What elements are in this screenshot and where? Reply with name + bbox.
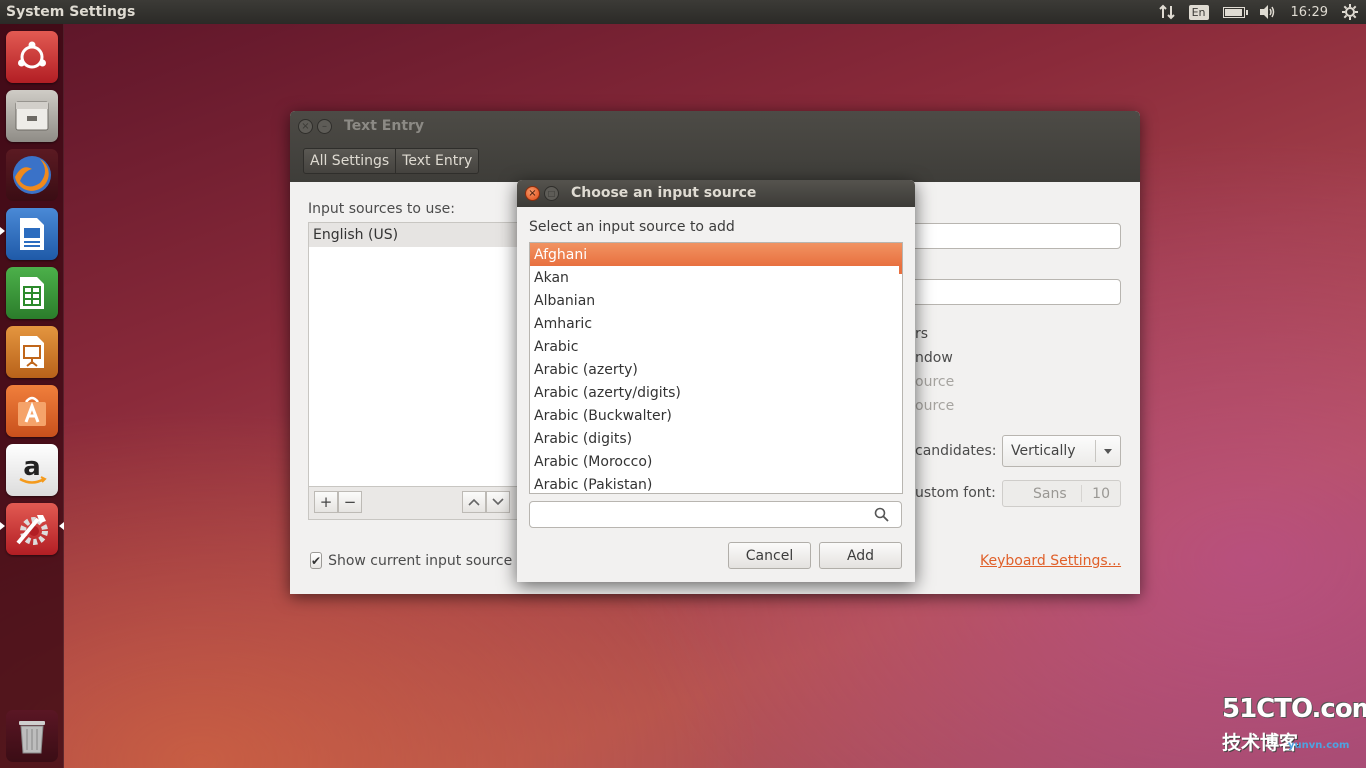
list-item[interactable]: Akan: [530, 266, 902, 289]
watermark-logo: 51CTO.com 技术博客 yunvn.com: [1220, 694, 1366, 756]
svg-text:a: a: [23, 452, 41, 482]
dialog-title: Choose an input source: [571, 185, 757, 201]
search-input[interactable]: [529, 501, 902, 528]
watermark-bottom: 技术博客: [1222, 732, 1299, 754]
list-item[interactable]: Albanian: [530, 289, 902, 312]
trash-icon[interactable]: [6, 710, 58, 762]
amazon-icon[interactable]: a: [6, 444, 58, 496]
list-item[interactable]: Arabic (azerty/digits): [530, 381, 902, 404]
remove-source-button[interactable]: −: [338, 491, 362, 513]
list-item[interactable]: Arabic (Buckwalter): [530, 404, 902, 427]
add-button[interactable]: Add: [819, 542, 902, 569]
combo-separator: [1095, 440, 1096, 462]
minimize-icon[interactable]: –: [317, 119, 332, 134]
chevron-down-icon: [1104, 449, 1112, 454]
font-size: 10: [1092, 485, 1110, 502]
font-separator: [1081, 485, 1082, 502]
move-down-button[interactable]: [486, 491, 510, 513]
font-chooser-button[interactable]: Sans 10: [1002, 480, 1121, 507]
window-option-label: ndow: [915, 350, 953, 366]
indicator-area: En 16:29: [1158, 0, 1366, 24]
add-source-button[interactable]: +: [314, 491, 338, 513]
app-title: System Settings: [6, 4, 136, 20]
writer-running-indicator: [0, 227, 5, 235]
show-source-checkbox[interactable]: ✔ Show current input source in the menu …: [310, 552, 520, 569]
candidates-label: candidates:: [915, 443, 997, 459]
breadcrumb-text-entry[interactable]: Text Entry: [396, 148, 480, 174]
switch-shortcut-field[interactable]: [908, 223, 1121, 249]
close-icon[interactable]: ×: [298, 119, 313, 134]
watermark-top: 51CTO.com: [1222, 694, 1366, 724]
chevron-down-icon: [492, 498, 504, 506]
battery-icon[interactable]: [1222, 0, 1248, 24]
libreoffice-writer-icon[interactable]: [6, 208, 58, 260]
volume-icon[interactable]: [1259, 0, 1277, 24]
power-gear-icon[interactable]: [1342, 0, 1358, 24]
keyboard-indicator[interactable]: En: [1188, 0, 1209, 24]
dialog-prompt: Select an input source to add: [529, 219, 735, 235]
switch-back-shortcut-field[interactable]: [908, 279, 1121, 305]
maximize-icon[interactable]: □: [544, 186, 559, 201]
choose-input-source-dialog: × □ Choose an input source Select an inp…: [517, 180, 915, 582]
libreoffice-calc-icon[interactable]: [6, 267, 58, 319]
source-option-label: ource: [915, 374, 955, 390]
window-title: Text Entry: [344, 118, 425, 134]
breadcrumb-all-settings[interactable]: All Settings: [303, 148, 397, 174]
list-item[interactable]: Arabic: [530, 335, 902, 358]
dialog-titlebar: × □ Choose an input source: [517, 180, 915, 207]
settings-running-indicator: [0, 522, 5, 530]
custom-font-label: ustom font:: [915, 485, 996, 501]
keyboard-settings-link[interactable]: Keyboard Settings...: [980, 553, 1121, 569]
files-icon[interactable]: [6, 90, 58, 142]
system-settings-icon[interactable]: [6, 503, 58, 555]
libreoffice-impress-icon[interactable]: [6, 326, 58, 378]
checkmark-icon[interactable]: ✔: [310, 552, 323, 569]
search-icon: [874, 507, 889, 522]
input-source-list[interactable]: Afghani Akan Albanian Amharic Arabic Ara…: [529, 242, 903, 494]
close-icon[interactable]: ×: [525, 186, 540, 201]
settings-focused-indicator: [59, 522, 64, 530]
network-arrows-icon[interactable]: [1158, 0, 1175, 24]
chevron-up-icon: [468, 498, 480, 506]
list-item[interactable]: Arabic (Morocco): [530, 450, 902, 473]
move-up-button[interactable]: [462, 491, 486, 513]
breadcrumb: All Settings Text Entry: [303, 148, 480, 174]
list-item[interactable]: Amharic: [530, 312, 902, 335]
software-center-icon[interactable]: [6, 385, 58, 437]
top-panel: System Settings En 16:29: [0, 0, 1366, 24]
list-item[interactable]: Arabic (azerty): [530, 358, 902, 381]
source-option-label-2: ource: [915, 398, 955, 414]
watermark-sub: yunvn.com: [1288, 740, 1350, 751]
clock[interactable]: 16:29: [1291, 0, 1328, 24]
battery-fill: [1224, 8, 1242, 16]
launcher: a: [0, 24, 64, 768]
list-item[interactable]: Arabic (Pakistan): [530, 473, 902, 493]
list-item[interactable]: Arabic (digits): [530, 427, 902, 450]
firefox-icon[interactable]: [6, 149, 58, 201]
font-name: Sans: [1033, 485, 1067, 502]
window-titlebar: × – Text Entry All Settings Text Entry: [290, 111, 1140, 182]
input-sources-list[interactable]: English (US): [308, 222, 538, 487]
switch-option-label: rs: [915, 326, 929, 342]
cancel-button[interactable]: Cancel: [728, 542, 811, 569]
scrollbar[interactable]: [899, 266, 902, 274]
ubuntu-dash-icon[interactable]: [6, 31, 58, 83]
sources-label: Input sources to use:: [308, 201, 455, 217]
list-item-selected[interactable]: Afghani: [530, 243, 902, 266]
candidates-value: Vertically: [1011, 443, 1076, 459]
show-source-label: Show current input source in the menu ba…: [328, 552, 520, 569]
candidates-orientation-select[interactable]: Vertically: [1002, 435, 1121, 467]
list-item[interactable]: English (US): [309, 223, 537, 247]
sources-toolbar: + −: [308, 487, 538, 520]
